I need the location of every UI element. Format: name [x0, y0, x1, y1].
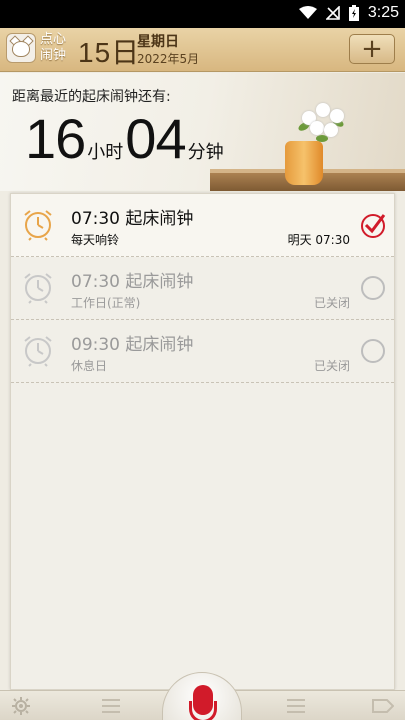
tag-icon[interactable] — [372, 697, 394, 715]
alarm-clock-icon — [24, 336, 52, 367]
alarm-title: 09:30 起床闹钟 — [71, 335, 194, 355]
signal-off-icon — [325, 6, 340, 20]
countdown-display: 16 小时 04 分钟 — [25, 109, 226, 169]
alarm-clock-icon — [24, 210, 52, 241]
app-header: 点心闹钟 15日 星期日 2022年5月 + — [0, 28, 405, 72]
app-logo-icon — [6, 33, 36, 63]
countdown-label: 距离最近的起床闹钟还有: — [12, 89, 171, 105]
date-day: 15日 — [78, 37, 141, 68]
alarm-list: 07:30 起床闹钟 每天响铃 明天 07:30 07:30 起床闹钟 工作日(… — [10, 193, 395, 690]
alarm-status: 已关闭 — [313, 359, 350, 373]
settings-icon[interactable] — [10, 697, 32, 715]
alarm-unchecked-toggle-icon[interactable] — [360, 338, 386, 364]
alarm-status: 已关闭 — [313, 296, 350, 310]
status-time: 3:25 — [367, 4, 399, 21]
alarm-row[interactable]: 09:30 起床闹钟 休息日 已关闭 — [11, 320, 394, 383]
alarm-next-time: 明天 07:30 — [287, 233, 350, 247]
wifi-icon — [298, 6, 317, 19]
countdown-panel: 距离最近的起床闹钟还有: 16 小时 04 分钟 — [0, 73, 405, 191]
alarm-repeat: 每天响铃 — [71, 233, 120, 247]
date-month: 2022年5月 — [137, 52, 200, 66]
list-icon[interactable] — [285, 697, 307, 715]
alarm-checked-toggle-icon[interactable] — [360, 212, 386, 238]
alarm-title: 07:30 起床闹钟 — [71, 272, 194, 292]
list-icon[interactable] — [100, 697, 122, 715]
alarm-unchecked-toggle-icon[interactable] — [360, 275, 386, 301]
mic-stand-icon — [189, 701, 217, 720]
alarm-title: 07:30 起床闹钟 — [71, 209, 194, 229]
add-alarm-button[interactable]: + — [349, 34, 395, 64]
alarm-row[interactable]: 07:30 起床闹钟 每天响铃 明天 07:30 — [11, 194, 394, 257]
alarm-clock-icon — [24, 273, 52, 304]
vase-decoration — [285, 141, 323, 185]
countdown-hours-unit: 小时 — [87, 142, 124, 163]
alarm-row[interactable]: 07:30 起床闹钟 工作日(正常) 已关闭 — [11, 257, 394, 320]
alarm-repeat: 工作日(正常) — [71, 296, 141, 310]
date-weekday: 星期日 — [137, 34, 179, 50]
app-name: 点心闹钟 — [40, 32, 67, 63]
countdown-hours: 16 — [25, 107, 86, 170]
battery-charging-icon — [348, 5, 359, 21]
alarm-repeat: 休息日 — [71, 359, 108, 373]
status-bar: 3:25 — [0, 0, 405, 28]
countdown-minutes-unit: 分钟 — [187, 142, 224, 163]
countdown-minutes: 04 — [125, 107, 186, 170]
